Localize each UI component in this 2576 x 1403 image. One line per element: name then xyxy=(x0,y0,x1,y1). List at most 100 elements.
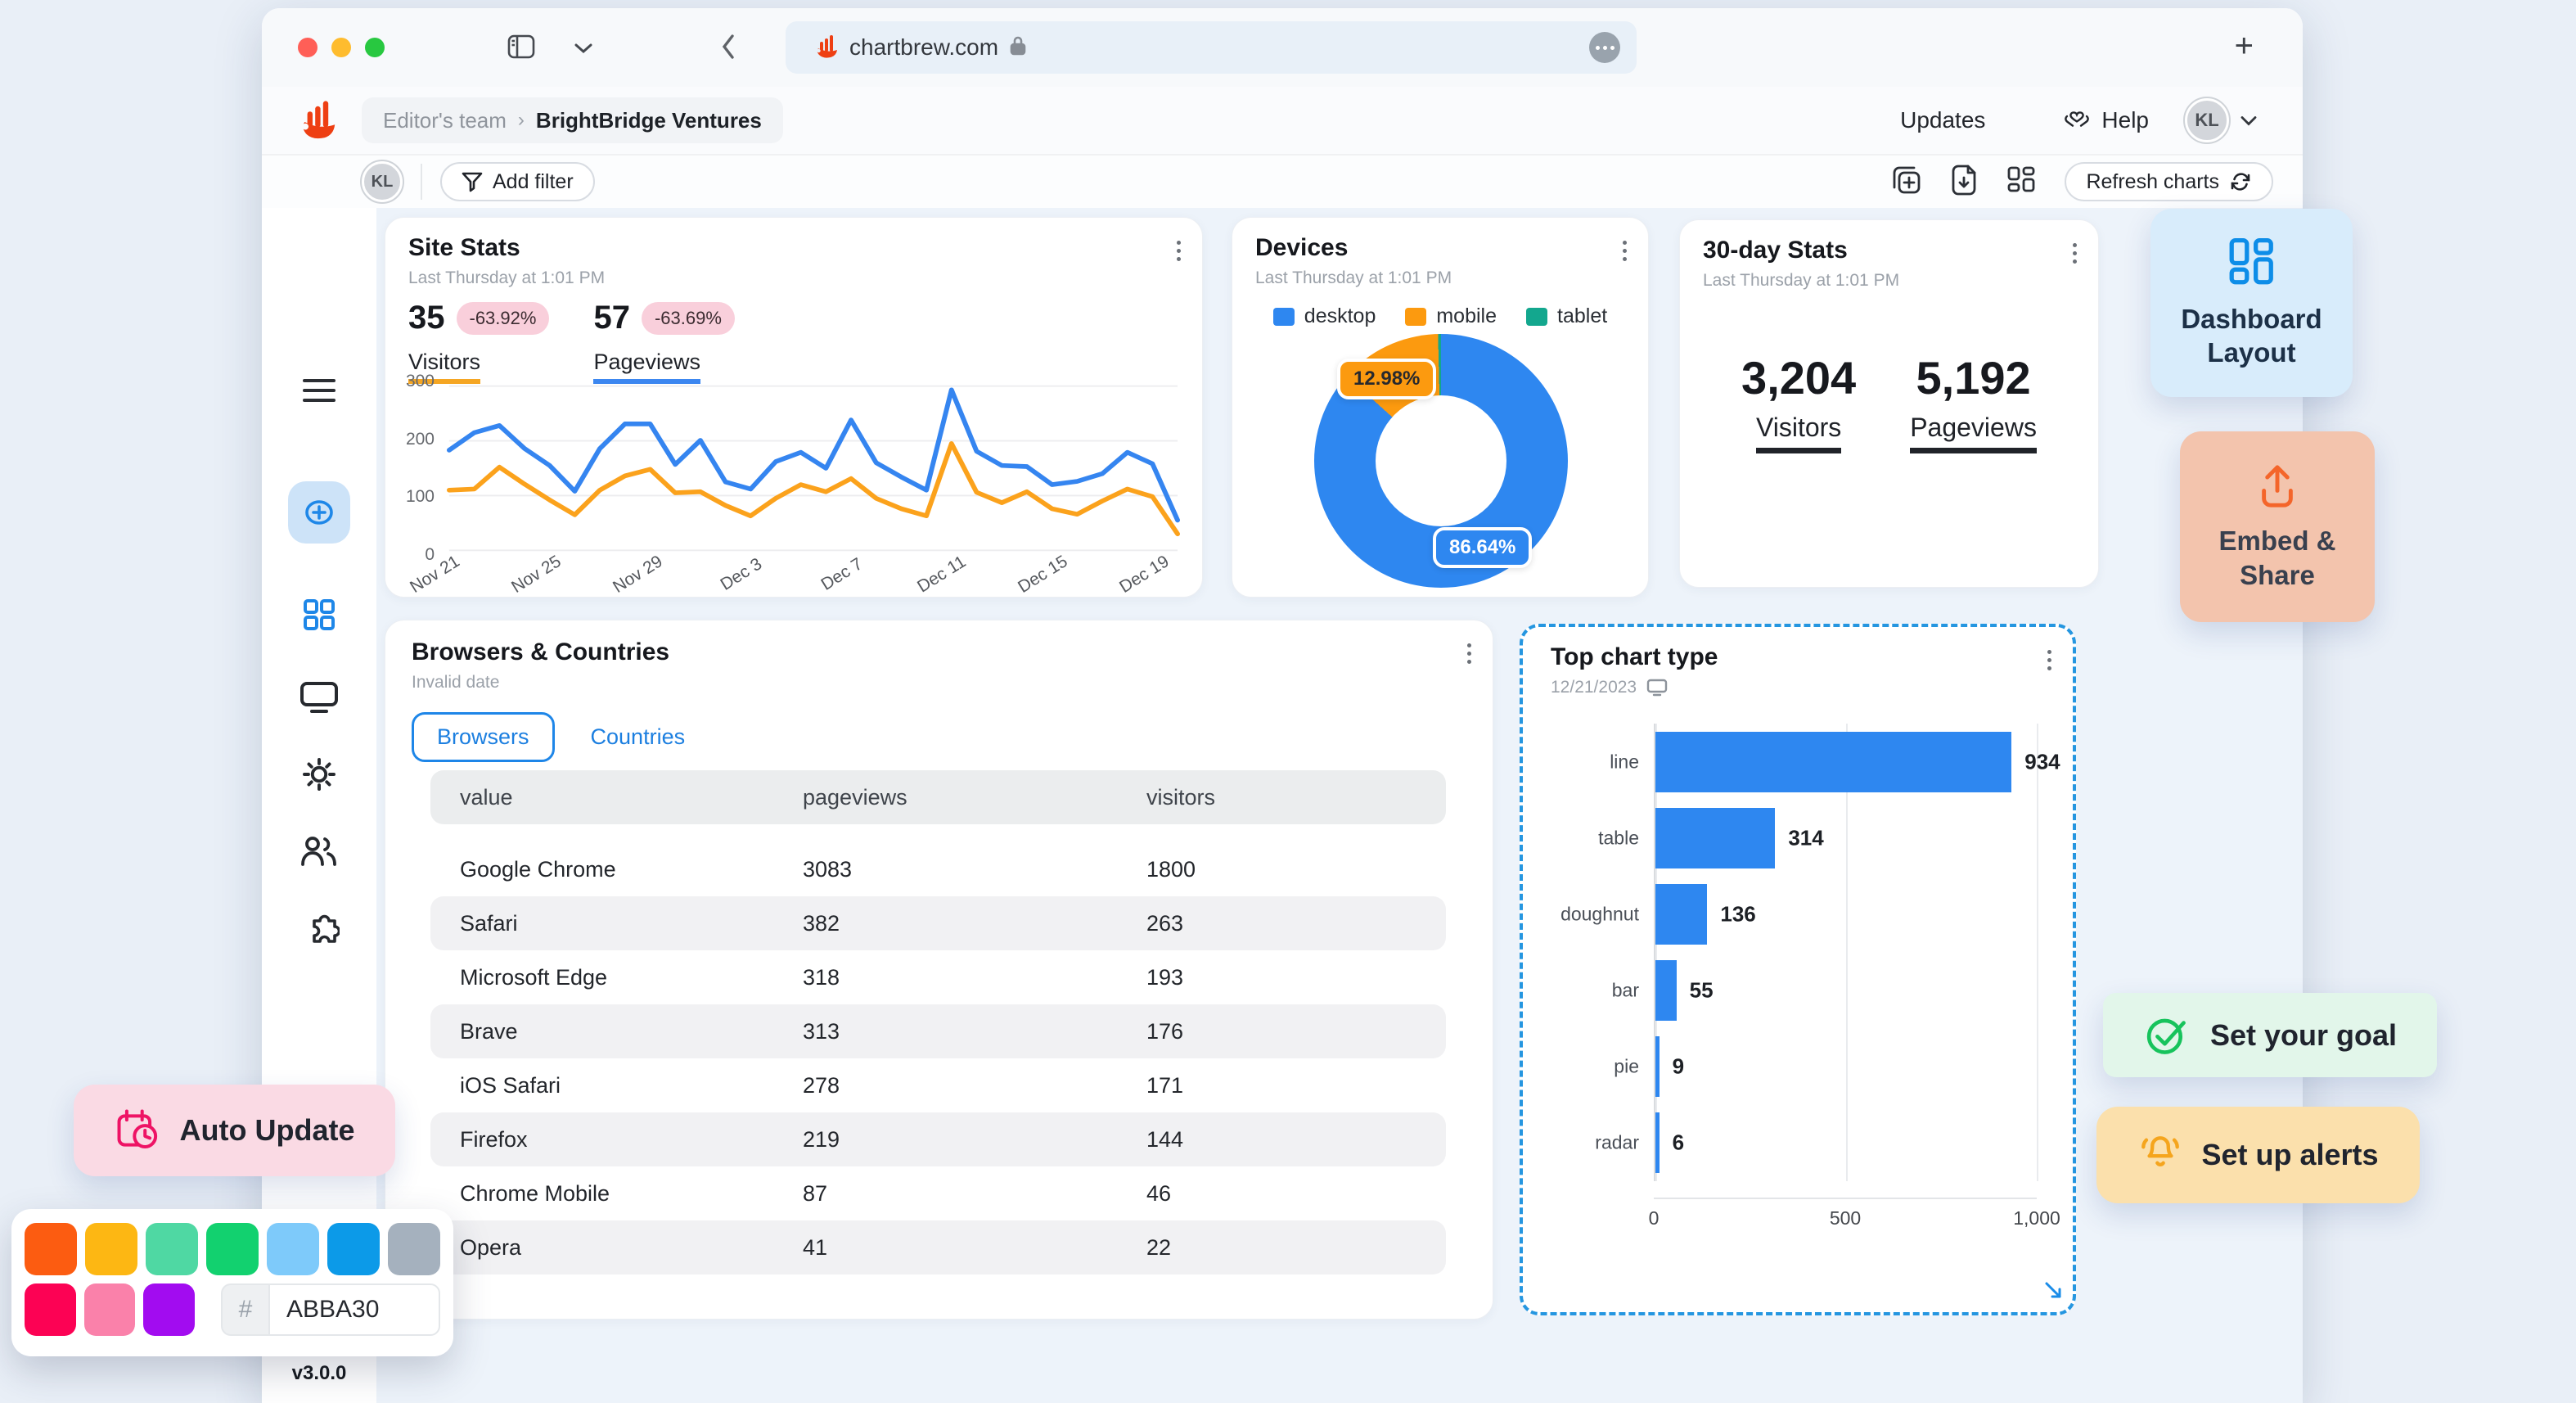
color-swatch[interactable] xyxy=(327,1223,380,1275)
site-stats-line-chart[interactable] xyxy=(446,381,1181,555)
resize-handle-icon[interactable] xyxy=(2042,1279,2066,1307)
metric-label[interactable]: Visitors xyxy=(1755,413,1842,453)
bar[interactable] xyxy=(1655,883,1708,945)
cell-value: Safari xyxy=(460,910,518,936)
sidebar-team-users-icon[interactable] xyxy=(298,832,340,873)
auto-update-callout[interactable]: Auto Update xyxy=(74,1085,395,1176)
address-bar[interactable]: chartbrew.com xyxy=(786,21,1637,74)
dashboard-layout-callout[interactable]: Dashboard Layout xyxy=(2150,209,2353,397)
menu-hamburger-icon[interactable] xyxy=(301,377,337,408)
cell-visitors: 176 xyxy=(1146,1018,1184,1044)
legend-item[interactable]: desktop xyxy=(1272,305,1376,328)
card-subtitle: 12/21/2023 xyxy=(1551,678,1637,697)
chevron-down-icon[interactable] xyxy=(574,43,592,58)
color-palette-popup: # xyxy=(11,1209,453,1356)
card-menu-kebab-icon[interactable] xyxy=(2047,650,2051,670)
export-download-icon[interactable] xyxy=(1950,165,1978,200)
metric-change-badge: -63.69% xyxy=(641,301,735,335)
heart-hands-icon xyxy=(2062,105,2092,137)
column-header[interactable]: visitors xyxy=(1146,785,1446,810)
cell-pageviews: 318 xyxy=(803,964,840,990)
add-chart-button[interactable] xyxy=(288,481,350,544)
color-swatch[interactable] xyxy=(83,1283,136,1336)
bar-category-label: bar xyxy=(1611,979,1639,1001)
bar-category-label: line xyxy=(1610,751,1639,773)
browser-toolbar: chartbrew.com + xyxy=(262,8,2303,87)
divider xyxy=(421,164,422,200)
color-swatch[interactable] xyxy=(143,1283,196,1336)
legend-label: mobile xyxy=(1436,305,1497,327)
calendar-clock-icon xyxy=(117,1109,157,1148)
card-title: Devices xyxy=(1255,234,1349,261)
sidebar-dashboard-icon[interactable] xyxy=(300,596,338,638)
column-header[interactable]: pageviews xyxy=(803,785,1146,810)
member-avatar[interactable]: KL xyxy=(360,160,404,204)
desktop-percent-badge: 86.64% xyxy=(1433,527,1533,568)
avatar-chevron-down-icon[interactable] xyxy=(2240,115,2257,126)
card-menu-kebab-icon[interactable] xyxy=(1467,643,1471,664)
tab-countries[interactable]: Countries xyxy=(591,724,686,750)
color-swatch[interactable] xyxy=(206,1223,259,1275)
bar[interactable] xyxy=(1655,1112,1660,1174)
color-swatch[interactable] xyxy=(25,1223,77,1275)
site-favicon xyxy=(815,34,840,62)
new-tab-button[interactable]: + xyxy=(2235,29,2254,62)
add-filter-button[interactable]: Add filter xyxy=(440,162,595,201)
card-title: Top chart type xyxy=(1551,643,1718,670)
app-version: v3.0.0 xyxy=(291,1362,347,1384)
bar-category-label: doughnut xyxy=(1560,903,1639,925)
embed-share-callout[interactable]: Embed & Share xyxy=(2180,431,2375,622)
help-link[interactable]: Help xyxy=(2062,105,2149,137)
back-icon[interactable] xyxy=(720,33,736,65)
cell-pageviews: 87 xyxy=(803,1180,828,1206)
sidebar-monitor-icon[interactable] xyxy=(299,679,340,719)
cell-visitors: 144 xyxy=(1146,1126,1184,1152)
top-chart-type-bar-chart[interactable]: line table doughnut bar pie radar 934 314 136 55 9… xyxy=(1547,724,2060,1234)
layout-grid-icon[interactable] xyxy=(2006,165,2037,200)
duplicate-icon[interactable] xyxy=(1891,165,1922,200)
legend-item[interactable]: mobile xyxy=(1405,305,1497,328)
set-goal-callout[interactable]: Set your goal xyxy=(2103,993,2437,1077)
y-tick-label: 100 xyxy=(405,487,435,507)
set-alerts-callout[interactable]: Set up alerts xyxy=(2096,1107,2420,1203)
bar-value-label: 9 xyxy=(1672,1053,1685,1079)
bar[interactable] xyxy=(1655,1036,1660,1098)
color-swatch[interactable] xyxy=(146,1223,198,1275)
color-swatch[interactable] xyxy=(85,1223,137,1275)
zoom-window-button[interactable] xyxy=(365,38,385,57)
bar[interactable] xyxy=(1655,807,1776,868)
refresh-charts-button[interactable]: Refresh charts xyxy=(2065,162,2273,201)
top-chart-type-card[interactable]: Top chart type 12/21/2023 line table dough… xyxy=(1520,624,2076,1315)
column-header[interactable]: value xyxy=(430,785,803,810)
devices-card: Devices Last Thursday at 1:01 PM desktop… xyxy=(1232,217,1649,598)
x-tick-label: 0 xyxy=(1648,1207,1660,1229)
card-menu-kebab-icon[interactable] xyxy=(1177,241,1181,261)
browser-sidebar-toggle-icon[interactable] xyxy=(507,34,535,63)
page-settings-icon[interactable] xyxy=(1589,32,1620,63)
legend-item[interactable]: tablet xyxy=(1526,305,1607,328)
minimize-window-button[interactable] xyxy=(331,38,351,57)
card-menu-kebab-icon[interactable] xyxy=(2073,243,2077,264)
mobile-percent-badge: 12.98% xyxy=(1337,359,1437,399)
window-controls xyxy=(298,38,385,57)
chartbrew-logo[interactable] xyxy=(299,98,339,143)
bar[interactable] xyxy=(1655,960,1677,1022)
color-swatch[interactable] xyxy=(25,1283,76,1336)
metric-label[interactable]: Pageviews xyxy=(1910,413,2037,453)
user-avatar[interactable]: KL xyxy=(2183,97,2231,144)
bar[interactable] xyxy=(1655,731,2012,792)
sidebar-settings-gear-icon[interactable] xyxy=(299,755,339,798)
color-swatch[interactable] xyxy=(388,1223,440,1275)
card-menu-kebab-icon[interactable] xyxy=(1623,241,1627,261)
updates-link[interactable]: Updates xyxy=(1900,107,1985,133)
hex-input[interactable] xyxy=(268,1283,441,1336)
close-window-button[interactable] xyxy=(298,38,317,57)
tab-browsers[interactable]: Browsers xyxy=(412,712,555,762)
hex-prefix: # xyxy=(221,1283,269,1336)
breadcrumb-team[interactable]: Editor's team xyxy=(383,108,507,133)
bell-icon xyxy=(2141,1136,2180,1166)
color-swatch[interactable] xyxy=(267,1223,319,1275)
table-row: Brave 313 176 xyxy=(430,1004,1446,1058)
sidebar-integrations-puzzle-icon[interactable] xyxy=(299,910,341,955)
metric-label[interactable]: Pageviews xyxy=(593,350,701,384)
